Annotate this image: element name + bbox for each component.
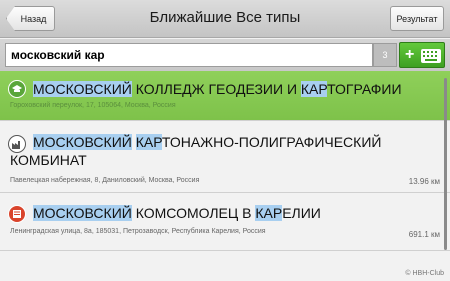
search-input[interactable]: московский кар (5, 43, 373, 67)
result-name: МОСКОВСКИЙ КОМСОМОЛЕЦ В КАРЕЛИИ (33, 205, 321, 221)
result-name-line2: КОМБИНАТ (10, 152, 87, 168)
list-item[interactable]: МОСКОВСКИЙ КОМСОМОЛЕЦ В КАРЕЛИИ Ленингра… (0, 193, 450, 251)
search-bar: московский кар 3 + (0, 39, 450, 71)
result-distance: 13.96 км (408, 177, 440, 186)
scrollbar[interactable] (444, 78, 447, 250)
list-item[interactable]: МОСКОВСКИЙ КАРТОНАЖНО-ПОЛИГРАФИЧЕСКИЙ КО… (0, 121, 450, 193)
result-name: МОСКОВСКИЙ КАРТОНАЖНО-ПОЛИГРАФИЧЕСКИЙ (33, 134, 382, 150)
keyboard-icon (421, 49, 441, 63)
result-address: Ленинградская улица, 8а, 185031, Петроза… (10, 228, 266, 235)
keyboard-button[interactable]: + (399, 42, 445, 68)
plus-icon: + (405, 46, 415, 63)
graduation-icon (8, 80, 26, 98)
watermark: © HBH-Club (405, 270, 444, 277)
result-button[interactable]: Результат (390, 6, 444, 31)
back-button[interactable]: Назад (6, 6, 55, 31)
page-title: Ближайшие Все типы (149, 9, 301, 26)
result-address: Гороховский переулок, 17, 105064, Москва… (10, 102, 176, 109)
result-count-badge: 3 (373, 43, 397, 67)
header-bar: Назад Ближайшие Все типы Результат (0, 0, 450, 38)
result-address: Павелецкая набережная, 8, Даниловский, М… (10, 177, 200, 184)
newspaper-icon (8, 205, 26, 223)
result-distance: 691.1 км (408, 230, 440, 239)
factory-icon (8, 135, 26, 153)
result-name: МОСКОВСКИЙ КОЛЛЕДЖ ГЕОДЕЗИИ И КАРТОГРАФИ… (33, 81, 402, 97)
results-list: МОСКОВСКИЙ КОЛЛЕДЖ ГЕОДЕЗИИ И КАРТОГРАФИ… (0, 71, 450, 281)
list-item[interactable]: МОСКОВСКИЙ КОЛЛЕДЖ ГЕОДЕЗИИ И КАРТОГРАФИ… (0, 71, 450, 121)
